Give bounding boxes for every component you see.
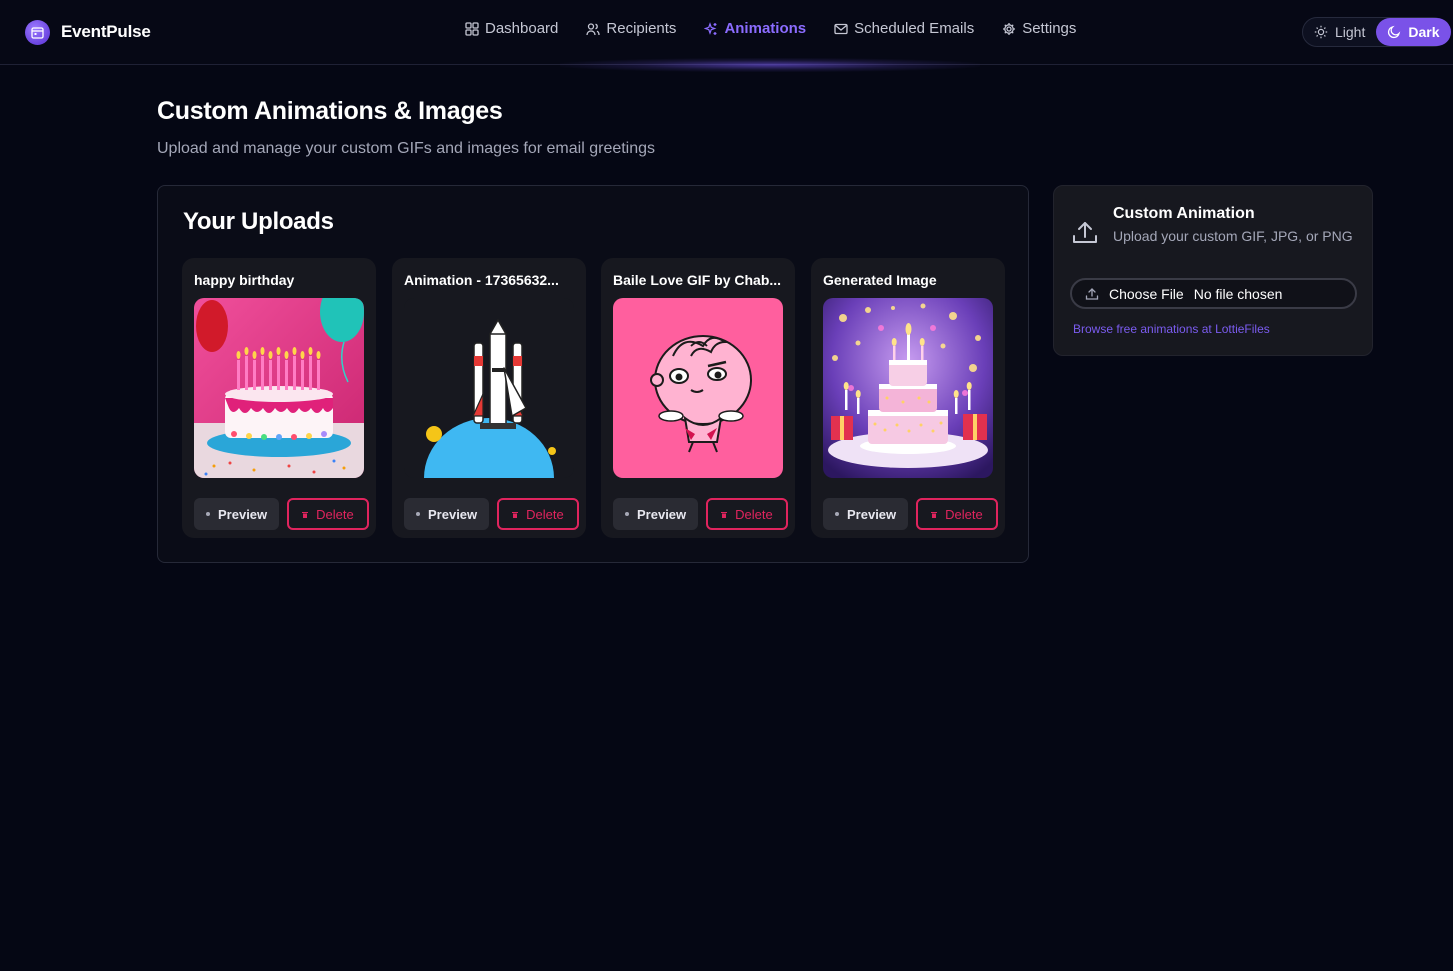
pink-character-thumbnail[interactable] xyxy=(613,298,783,478)
nav-label-scheduled-emails: Scheduled Emails xyxy=(854,20,975,37)
moon-icon xyxy=(1388,25,1401,39)
sparkles-icon xyxy=(704,21,717,35)
delete-button[interactable]: Delete xyxy=(706,498,788,530)
theme-light-button[interactable]: Light xyxy=(1303,18,1376,46)
delete-label: Delete xyxy=(316,506,354,522)
theme-toggle: Light Dark xyxy=(1302,17,1451,47)
upload-card: Generated Image Preview Delete xyxy=(811,258,1005,538)
delete-label: Delete xyxy=(945,506,983,522)
sun-icon xyxy=(1314,25,1328,39)
trash-icon xyxy=(721,511,728,518)
mail-icon xyxy=(834,23,848,34)
trash-icon xyxy=(512,511,519,518)
theme-dark-button[interactable]: Dark xyxy=(1376,18,1451,46)
nav-label-recipients: Recipients xyxy=(606,20,677,37)
file-status: No file chosen xyxy=(1193,285,1283,302)
eye-icon xyxy=(625,512,629,516)
upload-card-title: Baile Love GIF by Chab... xyxy=(613,272,782,288)
brand-name: EventPulse xyxy=(61,22,151,41)
delete-button[interactable]: Delete xyxy=(287,498,369,530)
birthday-cake-thumbnail[interactable] xyxy=(194,298,364,478)
upload-icon xyxy=(1073,222,1097,243)
preview-button[interactable]: Preview xyxy=(613,498,699,530)
theme-dark-label: Dark xyxy=(1408,24,1440,40)
calendar-logo-icon xyxy=(25,19,50,45)
page-subtitle: Upload and manage your custom GIFs and i… xyxy=(157,140,656,157)
eye-icon xyxy=(416,512,420,516)
gear-icon xyxy=(1003,22,1016,35)
preview-label: Preview xyxy=(218,506,268,522)
upload-card-title: happy birthday xyxy=(194,272,295,288)
preview-label: Preview xyxy=(847,506,897,522)
rocket-launch-thumbnail[interactable] xyxy=(404,298,574,478)
page-title: Custom Animations & Images xyxy=(157,97,503,125)
upload-card-title: Animation - 17365632... xyxy=(404,272,559,288)
upload-small-icon xyxy=(1085,287,1099,300)
users-icon xyxy=(586,22,601,35)
nav-item-dashboard[interactable]: Dashboard xyxy=(465,20,558,37)
delete-button[interactable]: Delete xyxy=(916,498,998,530)
delete-button[interactable]: Delete xyxy=(497,498,579,530)
eye-icon xyxy=(206,512,210,516)
delete-label: Delete xyxy=(526,506,564,522)
eye-icon xyxy=(835,512,839,516)
preview-button[interactable]: Preview xyxy=(823,498,909,530)
trash-icon xyxy=(931,511,938,518)
uploads-title: Your Uploads xyxy=(183,208,334,235)
uploads-panel: Your Uploads happy birthday Preview Dele… xyxy=(157,185,1029,563)
nav-label-animations: Animations xyxy=(724,20,807,37)
custom-animation-title: Custom Animation xyxy=(1113,205,1255,222)
preview-button[interactable]: Preview xyxy=(404,498,490,530)
choose-file-button[interactable]: Choose File xyxy=(1109,286,1184,302)
main-nav: Dashboard Recipients Animations Schedule… xyxy=(465,20,1076,37)
custom-animation-description: Upload your custom GIF, JPG, or PNG xyxy=(1113,228,1353,244)
nav-label-settings: Settings xyxy=(1022,20,1077,37)
nav-item-recipients[interactable]: Recipients xyxy=(586,20,676,37)
nav-label-dashboard: Dashboard xyxy=(485,20,559,37)
preview-label: Preview xyxy=(637,506,687,522)
upload-card: happy birthday Preview Delete xyxy=(182,258,376,538)
upload-card: Baile Love GIF by Chab... Preview Delete xyxy=(601,258,795,538)
nav-item-settings[interactable]: Settings xyxy=(1002,20,1076,37)
nav-item-scheduled-emails[interactable]: Scheduled Emails xyxy=(834,20,974,37)
trash-icon xyxy=(302,511,309,518)
custom-animation-panel: Custom Animation Upload your custom GIF,… xyxy=(1053,185,1373,356)
theme-light-label: Light xyxy=(1335,24,1366,40)
upload-card: Animation - 17365632... Preview Delete xyxy=(392,258,586,538)
lottiefiles-link[interactable]: Browse free animations at LottieFiles xyxy=(1073,322,1270,336)
grid-icon xyxy=(465,21,479,36)
nav-item-animations[interactable]: Animations xyxy=(704,20,806,37)
upload-card-title: Generated Image xyxy=(823,272,937,288)
brand[interactable]: EventPulse xyxy=(25,19,151,45)
tiered-cake-thumbnail[interactable] xyxy=(823,298,993,478)
file-input[interactable]: Choose File No file chosen xyxy=(1070,278,1357,309)
preview-label: Preview xyxy=(428,506,478,522)
top-navigation-bar: EventPulse Dashboard Recipients Animatio… xyxy=(0,0,1453,65)
preview-button[interactable]: Preview xyxy=(194,498,280,530)
delete-label: Delete xyxy=(735,506,773,522)
